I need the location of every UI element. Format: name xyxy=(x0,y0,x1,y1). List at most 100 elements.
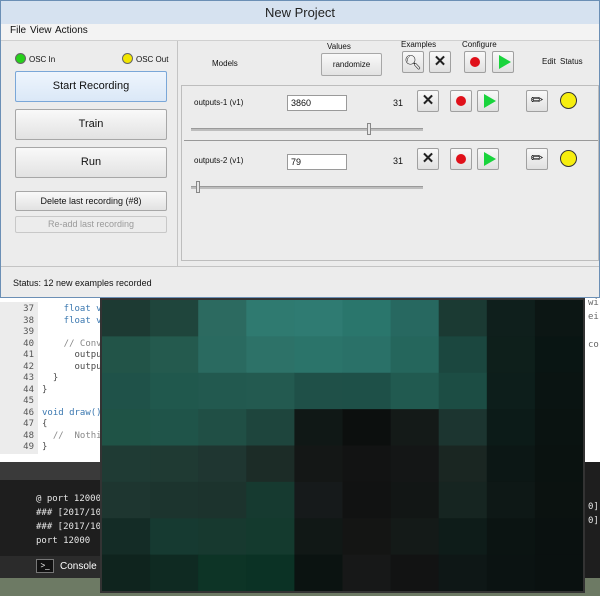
run-model-button[interactable] xyxy=(477,148,499,170)
pixel-cell xyxy=(342,300,392,337)
record-all-button[interactable] xyxy=(464,51,486,73)
code-editor-right-fragment: wi ei co xyxy=(585,296,600,466)
pixel-cell xyxy=(438,481,488,519)
pixel-cell xyxy=(342,554,392,591)
run-all-button[interactable] xyxy=(492,51,514,73)
pixel-cell xyxy=(198,372,247,410)
status-header: Status xyxy=(560,57,583,66)
model-example-count: 31 xyxy=(393,98,404,108)
pixel-cell xyxy=(438,409,488,447)
pixel-cell xyxy=(390,518,440,556)
pixel-cell xyxy=(534,372,583,410)
pixel-cell xyxy=(534,554,583,591)
pixel-cell xyxy=(246,300,295,337)
model-value-slider[interactable] xyxy=(195,181,200,193)
pixel-cell xyxy=(438,518,488,556)
pixel-cell xyxy=(342,372,392,410)
record-icon xyxy=(470,57,480,68)
pixel-cell xyxy=(534,518,583,556)
pixel-grid xyxy=(102,300,583,591)
console-tab-label: Console xyxy=(60,561,97,572)
pixel-cell xyxy=(438,554,488,591)
start-recording-button[interactable]: Start Recording xyxy=(15,71,167,102)
console-line: ### [2017/10 xyxy=(36,522,102,532)
pixel-cell xyxy=(150,481,199,519)
console-header-strip xyxy=(0,462,110,480)
menu-actions[interactable]: Actions xyxy=(55,25,88,36)
pixel-cell xyxy=(486,372,536,410)
examples-header: Examples xyxy=(401,40,437,49)
pixel-cell xyxy=(198,409,247,447)
pixel-cell xyxy=(150,300,199,337)
delete-all-examples-button[interactable]: ✕ xyxy=(429,51,451,73)
model-value-slider[interactable] xyxy=(366,123,371,135)
edit-model-button[interactable]: ✏ xyxy=(526,148,548,170)
delete-model-examples-button[interactable]: ✕ xyxy=(417,148,439,170)
play-icon xyxy=(483,94,496,109)
pixel-cell xyxy=(486,481,536,519)
run-button[interactable]: Run xyxy=(15,147,167,178)
record-icon xyxy=(456,154,466,165)
code-fragment: ei xyxy=(588,312,599,322)
code-text: } xyxy=(42,442,48,452)
main-window: New Project File View Actions OSC In OSC… xyxy=(0,0,600,298)
pixel-cell xyxy=(150,518,199,556)
record-model-button[interactable] xyxy=(450,90,472,112)
close-icon: ✕ xyxy=(421,150,435,167)
code-fragment: wi xyxy=(588,298,599,308)
pixel-cell xyxy=(294,300,343,337)
pixel-cell xyxy=(438,372,488,410)
sketch-output-window xyxy=(100,298,585,593)
pixel-cell xyxy=(150,445,199,483)
readd-last-recording-button[interactable]: Re-add last recording xyxy=(15,216,167,233)
train-button[interactable]: Train xyxy=(15,109,167,140)
pencil-icon: ✏ xyxy=(530,92,544,109)
pixel-cell xyxy=(246,445,295,483)
menu-view[interactable]: View xyxy=(30,25,52,36)
status-text: Status: 12 new examples recorded xyxy=(13,278,152,288)
model-value-slider-track xyxy=(191,128,423,131)
osc-in-indicator-icon xyxy=(15,53,26,64)
pixel-cell xyxy=(342,409,392,447)
pixel-cell xyxy=(534,336,583,374)
view-examples-button[interactable]: 🔍︎ xyxy=(402,51,424,73)
pixel-cell xyxy=(246,372,295,410)
pixel-cell xyxy=(294,336,343,374)
model-value-field[interactable]: 79 xyxy=(287,154,347,170)
code-fragment: co xyxy=(588,340,599,350)
model-value-field[interactable]: 3860 xyxy=(287,95,347,111)
pixel-cell xyxy=(486,336,536,374)
pixel-cell xyxy=(534,481,583,519)
pixel-cell xyxy=(390,481,440,519)
pixel-cell xyxy=(390,554,440,591)
model-status-indicator-icon xyxy=(560,92,577,109)
pixel-cell xyxy=(294,409,343,447)
pixel-cell xyxy=(198,554,247,591)
delete-model-examples-button[interactable]: ✕ xyxy=(417,90,439,112)
pixel-cell xyxy=(294,554,343,591)
run-model-button[interactable] xyxy=(477,90,499,112)
pixel-cell xyxy=(102,372,151,410)
console-tab[interactable]: >_ Console xyxy=(0,556,110,578)
edit-model-button[interactable]: ✏ xyxy=(526,90,548,112)
window-title: New Project xyxy=(264,5,336,20)
pixel-cell xyxy=(342,336,392,374)
pixel-cell xyxy=(246,481,295,519)
menu-bar: File View Actions xyxy=(1,24,599,41)
pixel-cell xyxy=(198,300,247,337)
pixel-cell xyxy=(390,336,440,374)
record-icon xyxy=(456,96,466,107)
console-line: ### [2017/10 xyxy=(36,508,102,518)
row-divider xyxy=(184,140,598,141)
pixel-cell xyxy=(150,409,199,447)
code-text: void draw() xyxy=(42,407,102,418)
record-model-button[interactable] xyxy=(450,148,472,170)
delete-last-recording-button[interactable]: Delete last recording (#8) xyxy=(15,191,167,211)
pixel-cell xyxy=(390,372,440,410)
randomize-button[interactable]: randomize xyxy=(321,53,382,76)
pixel-cell xyxy=(294,372,343,410)
menu-file[interactable]: File xyxy=(10,25,26,36)
model-name: outputs-1 (v1) xyxy=(194,98,244,107)
